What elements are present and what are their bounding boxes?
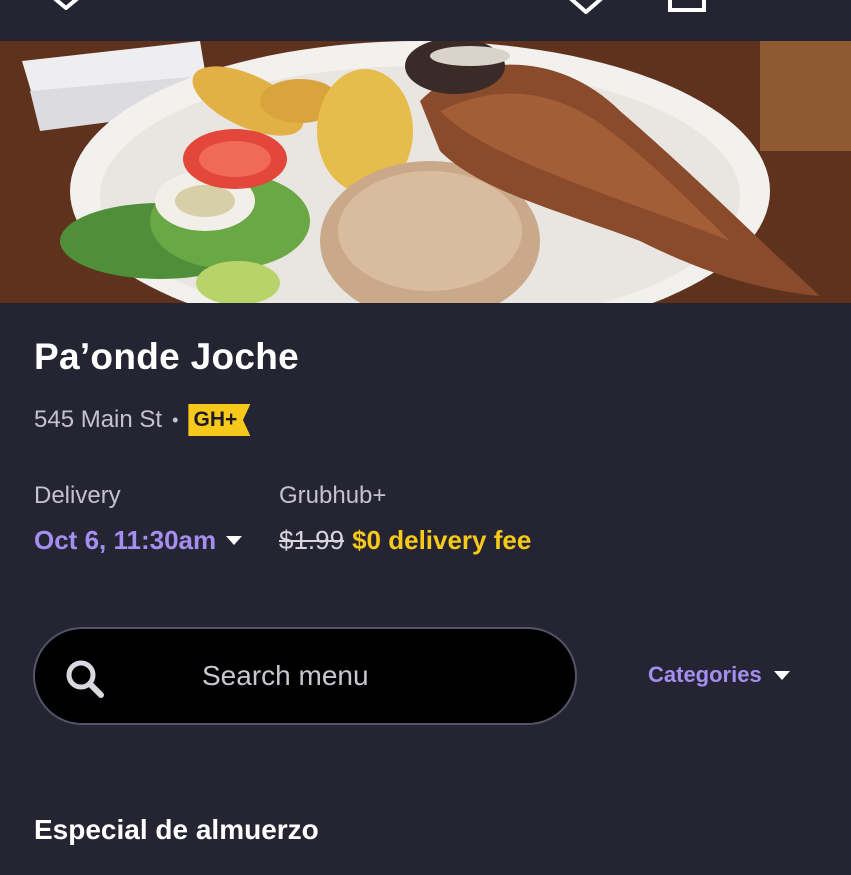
delivery-label: Delivery bbox=[34, 482, 121, 509]
grubhub-plus-badge: GH+ bbox=[188, 404, 251, 436]
categories-dropdown[interactable]: Categories bbox=[648, 662, 790, 688]
caret-down-icon[interactable] bbox=[226, 536, 243, 545]
grubhub-plus-label: Grubhub+ bbox=[279, 482, 387, 509]
discounted-delivery-fee: $0 delivery fee bbox=[352, 525, 532, 555]
chevron-down-icon[interactable] bbox=[50, 0, 82, 17]
menu-section-title: Especial de almuerzo bbox=[34, 814, 319, 845]
address-row: 545 Main St • GH+ bbox=[34, 403, 251, 437]
delivery-fee-row: $1.99 $0 delivery fee bbox=[279, 525, 531, 556]
search-menu-input[interactable]: Search menu bbox=[33, 627, 577, 725]
delivery-time-selector[interactable]: Oct 6, 11:30am bbox=[34, 525, 243, 556]
categories-label[interactable]: Categories bbox=[648, 662, 762, 688]
heart-icon[interactable] bbox=[566, 0, 606, 21]
restaurant-name: Pa’onde Joche bbox=[34, 336, 300, 377]
share-icon[interactable] bbox=[668, 0, 706, 19]
separator-dot: • bbox=[172, 409, 179, 430]
original-delivery-fee: $1.99 bbox=[279, 525, 345, 555]
search-placeholder: Search menu bbox=[202, 660, 369, 691]
top-navigation-bar bbox=[0, 0, 851, 41]
caret-down-icon[interactable] bbox=[773, 670, 790, 680]
restaurant-hero-image bbox=[0, 41, 851, 303]
restaurant-address[interactable]: 545 Main St bbox=[34, 406, 162, 434]
delivery-time-value[interactable]: Oct 6, 11:30am bbox=[34, 525, 216, 556]
search-icon bbox=[63, 657, 107, 706]
